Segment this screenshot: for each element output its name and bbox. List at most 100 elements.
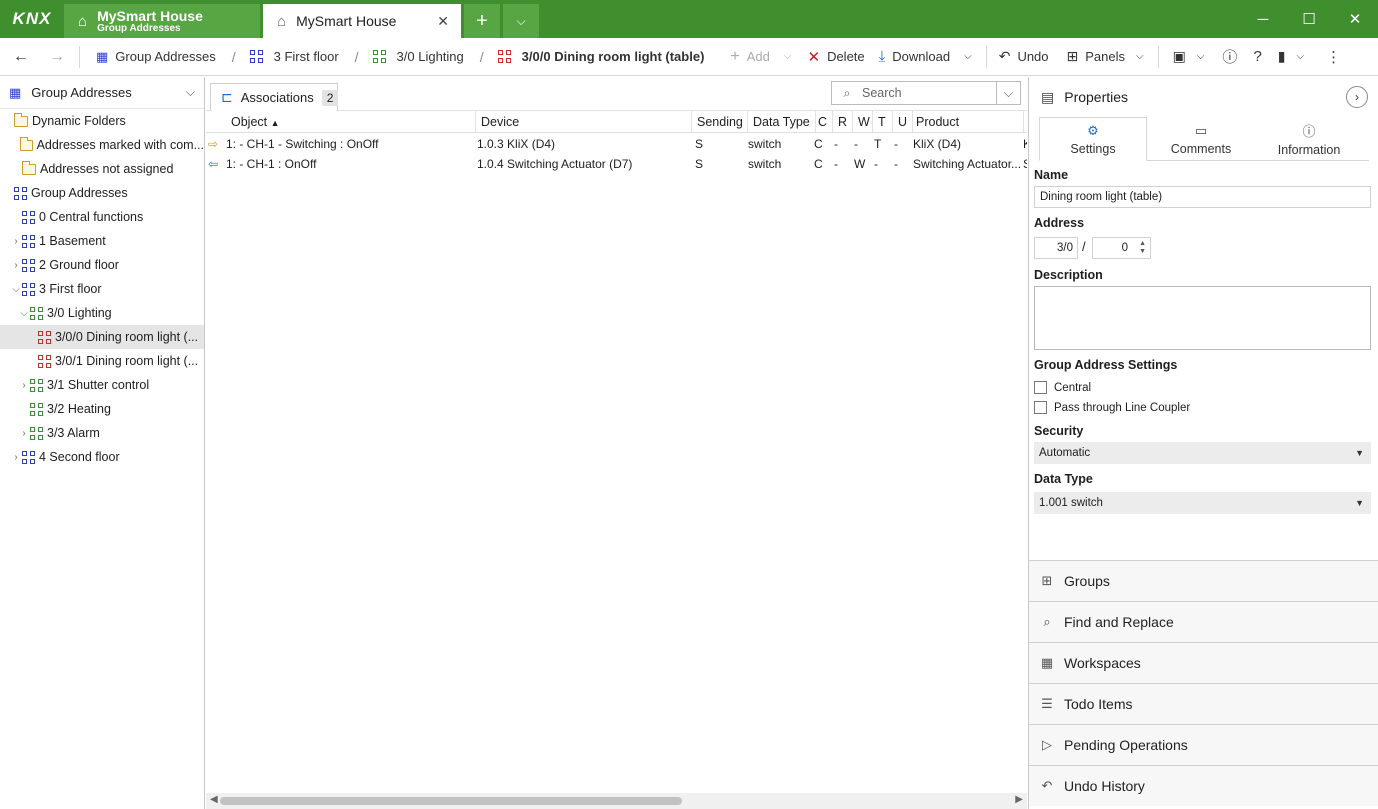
address-main-field[interactable]: 3/0 [1034,237,1078,259]
tab-information[interactable]: ⓘ Information [1255,117,1363,161]
accordion-todo-items[interactable]: ☰ Todo Items [1029,683,1378,724]
tree-item[interactable]: › 3/3 Alarm [0,421,204,445]
expand-chevron-icon[interactable]: ⌵ [10,284,22,295]
tree-item[interactable]: › 4 Second floor [0,445,204,469]
breadcrumb-label: 3/0/0 Dining room light (table) [521,49,705,64]
add-button[interactable]: + Add [730,48,769,66]
undo-button[interactable]: ↶ Undo [999,48,1049,65]
back-button[interactable]: ← [13,48,29,66]
tree-item[interactable]: ⌵ 3/0 Lighting [0,301,204,325]
expand-chevron-icon[interactable]: › [18,428,30,439]
checkbox-box[interactable] [1034,401,1047,414]
tree-item[interactable]: ⌵ 3 First floor [0,277,204,301]
search-input[interactable]: Search [862,86,902,100]
tree-item[interactable]: Addresses marked with com... [0,133,204,157]
breadcrumb-first-floor[interactable]: 3 First floor [249,49,339,64]
scroll-right-icon[interactable]: ▶ [1015,794,1023,805]
tab-list-dropdown[interactable]: ⌵ [503,4,539,38]
accordion-find-and-replace[interactable]: ⌕ Find and Replace [1029,601,1378,642]
pass-through-checkbox[interactable]: Pass through Line Coupler [1034,401,1190,414]
forward-button[interactable]: → [49,48,65,66]
table-cell: - [834,157,838,171]
column-product[interactable]: Product [911,111,1024,133]
table-row[interactable]: ⇦ 1: - CH-1 : OnOff 1.0.4 Switching Actuat… [206,154,1027,174]
tree-item-label: Dynamic Folders [32,114,126,128]
info-button[interactable]: ⓘ [1222,46,1237,67]
panels-button[interactable]: ⊞ Panels ⌵ [1067,48,1144,65]
address-sub-field[interactable]: 0 ▲ ▼ [1092,237,1151,259]
search-dropdown[interactable]: ⌵ [996,82,1020,104]
collapse-panel-icon[interactable]: › [1346,86,1368,108]
delete-button[interactable]: ✕ Delete [807,48,864,66]
tab-label: Associations [240,90,314,105]
title-bar: KNX ⌂ MySmart House Group Addresses ⌂ My… [0,0,1378,38]
column-u[interactable]: U [893,111,913,133]
column-w[interactable]: W [853,111,873,133]
column-device[interactable]: Device [476,111,692,133]
close-tab-icon[interactable]: ✕ [437,13,449,30]
tree-item[interactable]: 0 Central functions [0,205,204,229]
column-object[interactable]: Object ▲ [226,111,476,133]
column-sending[interactable]: Sending [692,111,748,133]
name-label: Name [1034,168,1069,182]
group-icon [22,450,35,464]
horizontal-scrollbar[interactable]: ◀ ▶ [206,793,1027,809]
breadcrumb-lighting[interactable]: 3/0 Lighting [372,49,464,64]
tree-item[interactable]: Group Addresses [0,181,204,205]
tree-item[interactable]: Addresses not assigned [0,157,204,181]
security-select[interactable]: Automatic ▼ [1034,442,1371,464]
expand-chevron-icon[interactable]: › [10,260,22,271]
tree-item-label: 0 Central functions [39,210,144,224]
expand-chevron-icon[interactable]: › [10,236,22,247]
accordion-pending-operations[interactable]: ▷ Pending Operations [1029,724,1378,765]
view-selector[interactable]: ▦ Group Addresses ⌵ [0,77,204,109]
table-row[interactable]: ⇨ 1: - CH-1 - Switching : OnOff 1.0.3 KliX… [206,134,1027,154]
spinner-arrows-icon[interactable]: ▲ ▼ [1139,240,1146,256]
tab-settings[interactable]: ⚙ Settings [1039,117,1147,161]
add-dropdown[interactable]: ⌵ [784,51,792,62]
central-checkbox[interactable]: Central [1034,381,1091,394]
document-tab-1[interactable]: ⌂ MySmart House Group Addresses [64,4,260,38]
help-button[interactable]: ? [1253,48,1261,65]
document-tab-2[interactable]: ⌂ MySmart House ✕ [263,4,461,38]
download-dropdown[interactable]: ⌵ [964,51,972,62]
accordion-groups[interactable]: ⊞ Groups [1029,560,1378,601]
description-field[interactable] [1034,286,1371,350]
more-options-icon[interactable]: ⋮ [1326,48,1341,66]
column-t[interactable]: T [873,111,893,133]
tree-item[interactable]: 3/0/0 Dining room light (... [0,325,204,349]
tree-item[interactable]: › 2 Ground floor [0,253,204,277]
column-r[interactable]: R [833,111,853,133]
tab-associations[interactable]: ⊏ Associations 2 [210,83,339,111]
tab-comments[interactable]: ▭ Comments [1147,117,1255,161]
expand-chevron-icon[interactable]: ⌵ [18,308,30,319]
workspace-button[interactable]: ▣ ⌵ [1173,48,1205,65]
close-window-button[interactable]: ✕ [1332,0,1378,38]
expand-chevron-icon[interactable]: › [18,380,30,391]
table-cell: - [854,137,858,151]
tree-item[interactable]: Dynamic Folders [0,109,204,133]
name-field[interactable]: Dining room light (table) [1034,186,1371,208]
breadcrumb-dining-room-light[interactable]: 3/0/0 Dining room light (table) [497,49,705,64]
tree-item[interactable]: 3/0/1 Dining room light (... [0,349,204,373]
tree-item[interactable]: › 1 Basement [0,229,204,253]
accordion-workspaces[interactable]: ▦ Workspaces [1029,642,1378,683]
search-box[interactable]: ⌕ Search ⌵ [831,81,1021,105]
expand-chevron-icon[interactable]: › [10,452,22,463]
maximize-button[interactable]: ☐ [1286,0,1332,38]
column-c[interactable]: C [813,111,833,133]
user-button[interactable]: ▮ ⌵ [1278,48,1304,65]
breadcrumb-group-addresses[interactable]: ▦ Group Addresses [96,49,216,65]
tree-item[interactable]: › 3/1 Shutter control [0,373,204,397]
download-button[interactable]: ⤓ Download [879,48,950,65]
tree-item[interactable]: 3/2 Heating [0,397,204,421]
accordion-undo-history[interactable]: ↶ Undo History [1029,765,1378,806]
scroll-thumb[interactable] [220,797,682,805]
datatype-select[interactable]: 1.001 switch ▼ [1034,492,1371,514]
scroll-left-icon[interactable]: ◀ [210,794,218,805]
column-data-type[interactable]: Data Type [748,111,816,133]
checkbox-box[interactable] [1034,381,1047,394]
new-tab-button[interactable]: + [464,4,500,38]
minimize-button[interactable]: ─ [1240,0,1286,38]
gear-icon: ⚙ [1087,122,1099,138]
